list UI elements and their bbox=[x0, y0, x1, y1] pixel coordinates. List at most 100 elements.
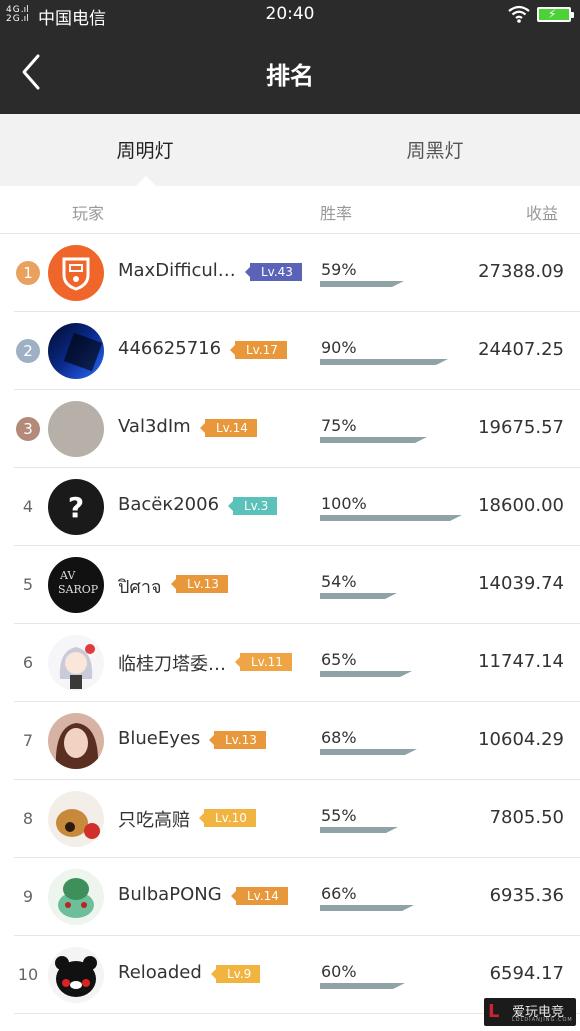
player-name: Васёк2006 bbox=[118, 494, 220, 515]
ranking-row[interactable]: 2 446625716 Lv.17 90% 24407.25 bbox=[0, 312, 580, 390]
rank-medal-badge: 1 bbox=[16, 261, 40, 285]
win-rate-bar-fill bbox=[320, 671, 412, 677]
watermark-mark: L bbox=[488, 1001, 500, 1022]
tab-weekly-dark[interactable]: 周黑灯 bbox=[290, 136, 580, 163]
blue-dark-avatar[interactable] bbox=[48, 323, 104, 379]
rank-number: 4 bbox=[22, 497, 34, 516]
question-mark-avatar[interactable]: ? bbox=[48, 479, 104, 535]
win-rate-bar-fill bbox=[320, 515, 462, 521]
win-rate-value: 90% bbox=[321, 338, 357, 357]
profit-value: 14039.74 bbox=[478, 573, 564, 594]
level-badge: Lv.14 bbox=[200, 419, 257, 437]
level-badge: Lv.11 bbox=[235, 653, 292, 671]
level-badge: Lv.3 bbox=[227, 497, 278, 515]
profit-value: 7805.50 bbox=[489, 807, 564, 828]
gray-avatar[interactable] bbox=[48, 401, 104, 457]
svg-text:AV: AV bbox=[59, 569, 76, 582]
win-rate-value: 68% bbox=[321, 728, 357, 747]
win-rate-value: 100% bbox=[321, 494, 367, 513]
tab-bar: 周明灯 周黑灯 bbox=[0, 114, 580, 186]
win-rate-bar-fill bbox=[320, 437, 427, 443]
level-badge: Lv.9 bbox=[210, 965, 261, 983]
player-name: 只吃高赔 bbox=[118, 810, 190, 831]
profit-value: 11747.14 bbox=[478, 651, 564, 672]
column-header-player: 玩家 bbox=[72, 204, 105, 223]
win-rate-bar bbox=[320, 827, 465, 833]
tab-weekly-light[interactable]: 周明灯 bbox=[0, 136, 290, 163]
win-rate-bar-fill bbox=[320, 749, 417, 755]
level-badge: Lv.43 bbox=[245, 263, 302, 281]
rank-number: 7 bbox=[22, 731, 34, 750]
kumamon-avatar[interactable] bbox=[48, 947, 104, 1003]
win-rate-bar bbox=[320, 281, 465, 287]
profit-value: 6594.17 bbox=[489, 963, 564, 984]
profit-value: 19675.57 bbox=[478, 417, 564, 438]
navigation-bar: 排名 bbox=[0, 30, 580, 114]
level-badge: Lv.10 bbox=[199, 809, 256, 827]
orange-logo-avatar[interactable] bbox=[48, 245, 104, 301]
win-rate-value: 66% bbox=[321, 884, 357, 903]
player-name: 446625716 bbox=[118, 338, 222, 359]
win-rate-value: 59% bbox=[321, 260, 357, 279]
player-name: 临桂刀塔委… bbox=[118, 654, 226, 675]
win-rate-value: 65% bbox=[321, 650, 357, 669]
win-rate-bar bbox=[320, 983, 465, 989]
level-badge: Lv.14 bbox=[231, 887, 288, 905]
ranking-list: 1 MaxDifficul… Lv.43 59% 27388.09 2 446625716 L… bbox=[0, 234, 580, 1014]
dark-text-avatar[interactable]: AV SAROP bbox=[48, 557, 104, 613]
win-rate-bar bbox=[320, 593, 465, 599]
active-tab-indicator bbox=[136, 176, 156, 186]
rank-number: 9 bbox=[22, 887, 34, 906]
player-name: Val3dIm bbox=[118, 416, 191, 437]
win-rate-bar-fill bbox=[320, 983, 405, 989]
profit-value: 27388.09 bbox=[478, 261, 564, 282]
win-rate-bar-fill bbox=[320, 827, 398, 833]
player-name: Reloaded bbox=[118, 962, 202, 983]
column-header-profit: 收益 bbox=[525, 204, 558, 223]
win-rate-bar bbox=[320, 437, 465, 443]
column-header-win-rate: 胜率 bbox=[320, 204, 353, 223]
win-rate-value: 75% bbox=[321, 416, 357, 435]
woman-photo-avatar[interactable] bbox=[48, 713, 104, 769]
win-rate-value: 60% bbox=[321, 962, 357, 981]
ranking-row[interactable]: 5 AV SAROP ปิศาจ Lv.13 54% 14039.74 bbox=[0, 546, 580, 624]
anime-girl-avatar[interactable] bbox=[48, 635, 104, 691]
win-rate-bar-fill bbox=[320, 281, 404, 287]
profit-value: 6935.36 bbox=[489, 885, 564, 906]
rank-number: 6 bbox=[22, 653, 34, 672]
win-rate-bar-fill bbox=[320, 593, 397, 599]
level-badge: Lv.13 bbox=[209, 731, 266, 749]
battery-icon: ⚡ bbox=[537, 7, 574, 22]
win-rate-bar bbox=[320, 359, 465, 365]
level-badge: Lv.17 bbox=[230, 341, 287, 359]
ranking-row[interactable]: 8 只吃高赔 Lv.10 55% 7805.50 bbox=[0, 780, 580, 858]
page-title: 排名 bbox=[266, 62, 314, 90]
ranking-row[interactable]: 1 MaxDifficul… Lv.43 59% 27388.09 bbox=[0, 234, 580, 312]
player-name: BulbaPONG bbox=[118, 884, 222, 905]
wifi-icon bbox=[508, 5, 530, 23]
rank-number: 10 bbox=[17, 965, 39, 984]
win-rate-value: 55% bbox=[321, 806, 357, 825]
bulbasaur-avatar[interactable] bbox=[48, 869, 104, 925]
win-rate-bar-fill bbox=[320, 905, 414, 911]
profit-value: 10604.29 bbox=[478, 729, 564, 750]
win-rate-bar-fill bbox=[320, 359, 448, 365]
ranking-row[interactable]: 9 BulbaPONG Lv.14 66% 6935.36 bbox=[0, 858, 580, 936]
dog-photo-avatar[interactable] bbox=[48, 791, 104, 847]
rank-number: 8 bbox=[22, 809, 34, 828]
win-rate-value: 54% bbox=[321, 572, 357, 591]
player-name: ปิศาจ bbox=[118, 577, 162, 598]
ranking-row[interactable]: 6 临桂刀塔委… Lv.11 65% 11747.14 bbox=[0, 624, 580, 702]
ranking-row[interactable]: 4? Васёк2006 Lv.3 100% 18600.00 bbox=[0, 468, 580, 546]
clock: 20:40 bbox=[265, 4, 315, 24]
win-rate-bar bbox=[320, 905, 465, 911]
rank-number: 5 bbox=[22, 575, 34, 594]
win-rate-bar bbox=[320, 515, 465, 521]
table-header: 玩家 胜率 收益 bbox=[0, 186, 580, 234]
ranking-row[interactable]: 3 Val3dIm Lv.14 75% 19675.57 bbox=[0, 390, 580, 468]
win-rate-bar bbox=[320, 671, 465, 677]
profit-value: 18600.00 bbox=[478, 495, 564, 516]
ranking-row[interactable]: 7 BlueEyes Lv.13 68% 10604.29 bbox=[0, 702, 580, 780]
profit-value: 24407.25 bbox=[478, 339, 564, 360]
rank-medal-badge: 3 bbox=[16, 417, 40, 441]
